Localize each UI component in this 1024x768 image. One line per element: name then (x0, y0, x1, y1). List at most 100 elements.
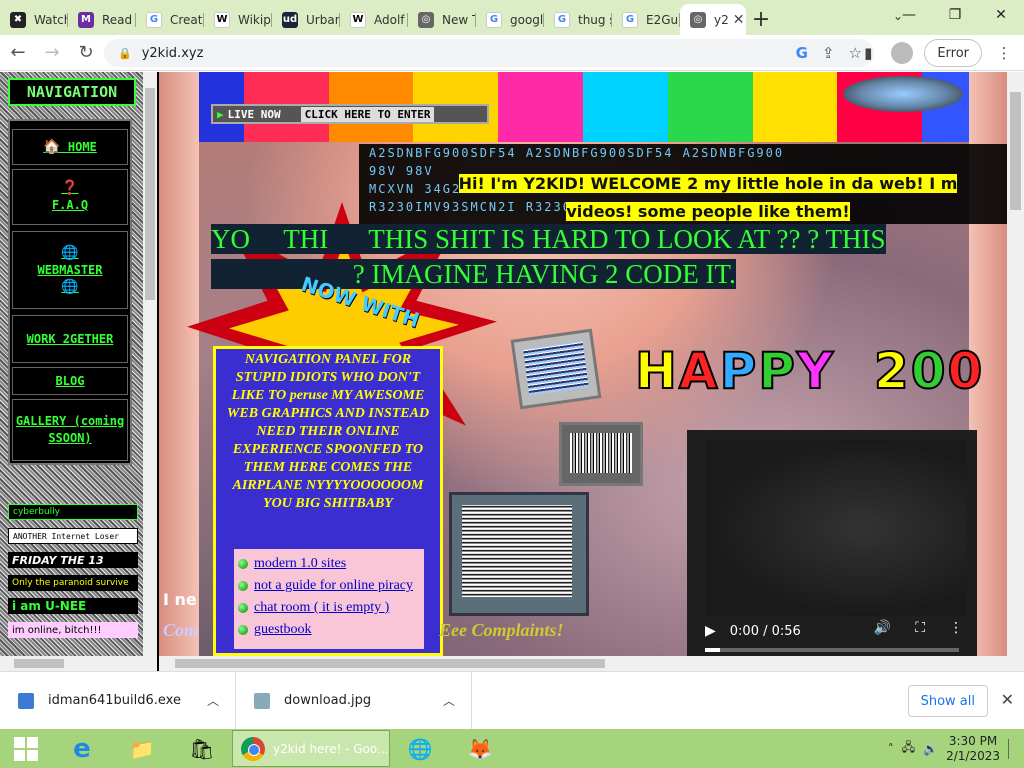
nav-item-label[interactable]: BLOG (56, 373, 85, 390)
tab-y2kid-active[interactable]: ◎ y2 ✕ (680, 4, 746, 35)
firefox-icon[interactable]: 🦊 (450, 729, 510, 768)
badge-internet-loser[interactable]: ANOTHER Internet Loser (8, 528, 138, 544)
nav-item-label[interactable]: WORK 2GETHER (27, 331, 114, 348)
ufo-image (843, 76, 963, 112)
nav-item-label[interactable]: HOME (68, 140, 97, 154)
profile-avatar[interactable] (890, 41, 914, 65)
scroll-thumb[interactable] (14, 659, 64, 668)
nav-item-label[interactable]: F.A.Q (52, 197, 88, 214)
internet-download-manager-icon[interactable]: 🌐 (390, 729, 450, 768)
nav-link-modern-sites[interactable]: modern 1.0 sites (238, 555, 420, 573)
main-frame-hscrollbar[interactable] (159, 656, 1007, 671)
minimize-icon[interactable]: — (886, 0, 932, 30)
play-icon: ▶ (217, 107, 224, 121)
scroll-thumb[interactable] (1010, 92, 1021, 210)
badge-online[interactable]: im online, bitch!!! (8, 622, 138, 638)
nav-link-label[interactable]: guestbook (254, 621, 312, 639)
volume-icon[interactable]: 🔊 (923, 742, 938, 756)
badge-friday[interactable]: FRIDAY THE 13 (8, 552, 138, 568)
nav-item-label[interactable]: GALLERY (coming SSOON) (13, 413, 127, 447)
tab-adolf[interactable]: W Adolf (340, 4, 408, 35)
nav-link-chat-room[interactable]: chat room ( it is empty ) (238, 599, 420, 617)
start-button[interactable] (0, 729, 52, 768)
tab-read[interactable]: M Read (68, 4, 136, 35)
tab-e2gu[interactable]: G E2Gu (612, 4, 680, 35)
badge-u-nee[interactable]: i am U-NEE (8, 598, 138, 614)
close-window-icon[interactable]: ✕ (978, 0, 1024, 30)
google-icon: G (554, 11, 570, 28)
nav-item-home[interactable]: 🏠 HOME (12, 129, 128, 165)
google-icon: G (622, 11, 638, 28)
tab-favicon: M (78, 11, 94, 28)
download-filename[interactable]: idman641build6.exe (48, 693, 181, 708)
scroll-thumb[interactable] (175, 659, 605, 668)
nav-item-label[interactable]: WEBMASTER (37, 262, 102, 279)
tab-google[interactable]: Ggoogl (476, 4, 544, 35)
tab-wikipedia[interactable]: W Wikip (204, 4, 272, 35)
taskbar-chrome-window[interactable]: y2kid here! - Goo... (232, 730, 390, 767)
nav-link-label[interactable]: chat room ( it is empty ) (254, 599, 389, 617)
tab-new[interactable]: ◎ New T (408, 4, 476, 35)
nav-link-label[interactable]: not a guide for online piracy (254, 577, 413, 595)
nav-link-label[interactable]: modern 1.0 sites (254, 555, 346, 573)
clock[interactable]: 3:30 PM 2/1/2023 (946, 734, 1000, 764)
chevron-up-icon[interactable]: ︿ (207, 692, 219, 709)
nav-item-gallery[interactable]: GALLERY (coming SSOON) (12, 399, 128, 461)
tab-urban[interactable]: ud Urban (272, 4, 340, 35)
reload-icon[interactable]: ↻ (70, 37, 102, 69)
nav-item-blog[interactable]: BLOG (12, 367, 128, 395)
taskbar-window-label: y2kid here! - Goo... (273, 741, 389, 756)
left-frame-scrollbar[interactable] (143, 72, 157, 656)
side-panel-icon[interactable]: ▮ (856, 41, 880, 65)
notification-icon[interactable] (1008, 738, 1016, 759)
restore-icon[interactable]: ❐ (932, 0, 978, 30)
nav-item-faq[interactable]: ❓ F.A.Q (12, 169, 128, 225)
close-icon[interactable]: ✕ (1001, 690, 1014, 709)
close-tab-icon[interactable]: ✕ (733, 12, 745, 28)
exe-file-icon (18, 692, 34, 709)
fullscreen-icon[interactable]: ⛶ (915, 620, 925, 636)
google-translate-icon[interactable]: G (796, 44, 808, 62)
play-icon[interactable]: ▶ (705, 623, 716, 639)
left-frame-hscrollbar[interactable] (0, 656, 157, 671)
badge-cyberbully[interactable]: cyberbully (8, 504, 138, 520)
address-bar[interactable]: 🔒 y2kid.xyz G ⇪ ☆ (104, 39, 874, 67)
chevron-up-icon[interactable]: ˄ (888, 742, 894, 756)
show-all-button[interactable]: Show all (907, 685, 988, 717)
nav-link-piracy-guide[interactable]: not a guide for online piracy (238, 577, 420, 595)
tab-watch[interactable]: ✖ Watch (0, 4, 68, 35)
video-player[interactable]: ▶ 0:00 / 0:56 🔊 ⛶ ⋮ (687, 430, 977, 656)
video-progress-bar[interactable] (705, 648, 959, 652)
lock-icon[interactable]: 🔒 (118, 47, 132, 60)
internet-explorer-icon[interactable]: e (52, 729, 112, 768)
video-progress-fill (705, 648, 721, 652)
enter-button[interactable]: CLICK HERE TO ENTER (300, 106, 435, 122)
menu-dots-icon[interactable]: ⋮ (992, 41, 1016, 65)
forward-arrow-icon[interactable]: → (36, 37, 68, 69)
download-item[interactable]: idman641build6.exe ︿ (0, 671, 236, 730)
chevron-up-icon[interactable]: ︿ (443, 692, 455, 709)
badge-paranoid[interactable]: Only the paranoid survive (8, 575, 138, 591)
main-frame-scrollbar[interactable] (1007, 72, 1024, 656)
nav-item-work-together[interactable]: WORK 2GETHER (12, 315, 128, 363)
nav-item-webmaster[interactable]: 🌐 WEBMASTER 🌐 (12, 231, 128, 309)
volume-icon[interactable]: 🔊 (874, 620, 891, 636)
video-frame[interactable] (707, 440, 967, 616)
scroll-thumb[interactable] (145, 88, 155, 300)
tab-thug[interactable]: Gthug s (544, 4, 612, 35)
file-explorer-icon[interactable]: 📁 (112, 729, 172, 768)
share-icon[interactable]: ⇪ (822, 44, 835, 62)
network-icon[interactable]: 🖧 (902, 738, 915, 759)
store-icon[interactable]: 🛍 (172, 729, 232, 768)
more-options-icon[interactable]: ⋮ (949, 620, 963, 636)
download-item[interactable]: download.jpg ︿ (236, 671, 472, 730)
i-need-text: I ne (163, 590, 197, 609)
error-button[interactable]: Error (924, 39, 982, 67)
nav-link-guestbook[interactable]: guestbook (238, 621, 420, 639)
new-tab-button[interactable]: + (746, 4, 776, 35)
back-arrow-icon[interactable]: ← (2, 37, 34, 69)
tab-create[interactable]: G Create (136, 4, 204, 35)
live-now-bar[interactable]: ▶ LIVE NOW CLICK HERE TO ENTER (211, 104, 489, 124)
download-filename[interactable]: download.jpg (284, 693, 371, 708)
url-text[interactable]: y2kid.xyz (142, 46, 204, 61)
